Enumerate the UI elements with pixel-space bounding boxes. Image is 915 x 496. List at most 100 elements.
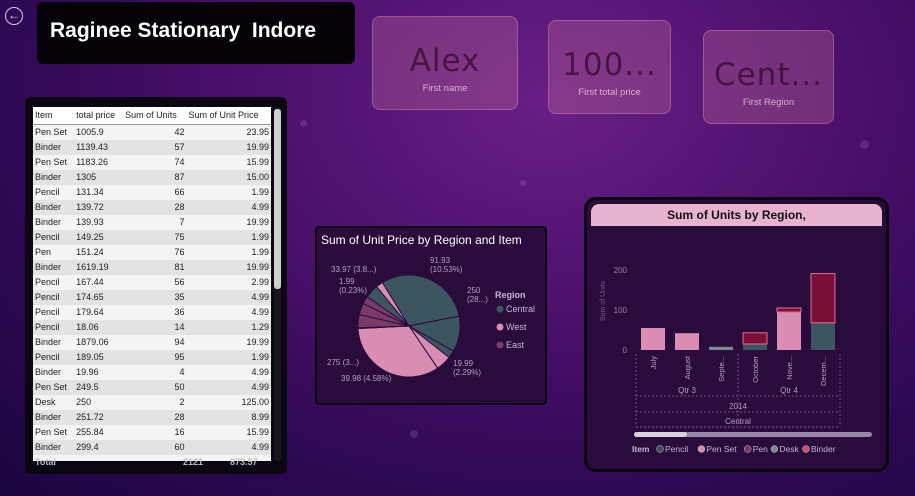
cell-total-price: 1183.26: [76, 156, 108, 167]
table-row[interactable]: Pen 151.24 76 1.99: [33, 245, 271, 260]
cell-total-price: 255.84: [76, 426, 104, 437]
cell-sum-of-unit-price: 23.95: [246, 126, 269, 137]
table-row[interactable]: Binder 139.93 7 19.99: [33, 215, 271, 230]
cell-item: Binder: [35, 336, 62, 347]
column-header-sum-of-unit-price[interactable]: Sum of Unit Price: [186, 107, 271, 125]
data-table-viewport[interactable]: Item total price Sum of Units Sum of Uni…: [33, 107, 271, 461]
cell-item: Pencil: [33, 319, 75, 335]
quarter-label: Qtr 3: [678, 386, 696, 395]
y-tick-label: 100: [614, 306, 628, 315]
table-panel: Item total price Sum of Units Sum of Uni…: [25, 97, 287, 474]
cell-item: Binder: [35, 216, 62, 227]
table-row[interactable]: Pencil 167.44 56 2.99: [33, 275, 271, 290]
cell-sum-of-unit-price: 4.99: [186, 439, 271, 455]
cell-total-price: 1305: [74, 169, 124, 185]
chart-scrollbar-thumb[interactable]: [634, 432, 687, 437]
cell-sum-of-unit-price: 15.99: [246, 156, 269, 167]
table-row[interactable]: Binder 1139.43 57 19.99: [33, 139, 271, 155]
cell-sum-of-units: 57: [123, 139, 187, 155]
cell-sum-of-unit-price: 4.99: [186, 289, 271, 305]
year-label: 2014: [729, 402, 747, 411]
column-header-sum-of-units[interactable]: Sum of Units: [123, 107, 187, 125]
bar-segment: [777, 312, 801, 350]
cell-sum-of-units: 42: [174, 126, 185, 137]
cell-sum-of-units: 28: [123, 409, 187, 425]
bar-legend-label: Desk: [779, 444, 799, 454]
table-row[interactable]: Binder 19.96 4 4.99: [33, 365, 271, 380]
table-row[interactable]: Pencil 174.65 35 4.99: [33, 289, 271, 305]
cell-total-price: 249.5: [74, 379, 124, 395]
card-label: First Region: [742, 97, 795, 108]
cell-item: Binder: [33, 439, 75, 455]
cell-total-price: 189.05: [74, 349, 124, 365]
cell-item: Pen: [35, 246, 52, 257]
cell-sum-of-unit-price: 15.00: [186, 169, 271, 185]
cell-sum-of-units: 14: [123, 319, 187, 335]
first-region-card: Cent... First Region: [703, 30, 834, 124]
cell-item: Binder: [33, 259, 75, 275]
bar-segment: [641, 328, 665, 350]
cell-sum-of-units: 75: [123, 229, 187, 245]
bar-legend-marker: [770, 445, 779, 453]
table-row[interactable]: Binder 1305 87 15.00: [33, 169, 271, 185]
cell-sum-of-unit-price: 1.99: [186, 349, 271, 365]
table-row[interactable]: Pen Set 1005.9 42 23.95: [33, 124, 271, 140]
bar-chart: Sum of Units 0 100 200 July August Septe... Oct…: [600, 266, 872, 454]
cell-item: Pencil: [33, 289, 75, 305]
cell-total-price: 251.72: [74, 409, 124, 425]
table-row[interactable]: Pen Set 255.84 16 15.99: [33, 425, 271, 440]
table-row[interactable]: Binder 1619.19 81 19.99: [33, 259, 271, 275]
bar-legend-title: Item: [632, 444, 650, 454]
table-row[interactable]: Pen Set 249.5 50 4.99: [33, 379, 271, 395]
table-row[interactable]: Desk 250 2 125.00: [33, 395, 271, 410]
pie-data-label: 91.93 (10.53%): [430, 256, 463, 274]
bar-segment: [742, 332, 768, 345]
cell-sum-of-units: 28: [123, 199, 187, 215]
table-row[interactable]: Pencil 179.64 36 4.99: [33, 305, 271, 320]
table-row[interactable]: Binder 139.72 28 4.99: [33, 199, 271, 215]
table-scrollbar-thumb[interactable]: [274, 109, 281, 289]
cell-total-price: 1619.19: [74, 259, 124, 275]
cell-item: Pencil: [33, 349, 75, 365]
table-row[interactable]: Binder 251.72 28 8.99: [33, 409, 271, 425]
total-units: 2121: [183, 457, 204, 467]
cell-total-price: 1005.9: [76, 126, 104, 137]
cell-total-price: 1139.43: [74, 139, 124, 155]
table-row[interactable]: Pencil 131.34 66 1.99: [33, 185, 271, 200]
bar-legend-marker: [743, 445, 752, 453]
cell-sum-of-units: 50: [123, 379, 187, 395]
table-row[interactable]: Pencil 149.25 75 1.99: [33, 229, 271, 245]
cell-sum-of-units: 66: [174, 186, 185, 197]
y-axis-label: Sum of Units: [600, 280, 607, 321]
cell-sum-of-unit-price: 1.99: [251, 246, 269, 257]
cell-sum-of-unit-price: 15.99: [246, 426, 269, 437]
pie-legend-marker: [496, 341, 504, 349]
card-value: 100...: [562, 47, 657, 83]
cell-item: Binder: [35, 366, 62, 377]
column-header-total-price[interactable]: total price: [74, 107, 124, 125]
back-arrow-icon[interactable]: ←: [5, 7, 23, 25]
table-row[interactable]: Pencil 189.05 95 1.99: [33, 349, 271, 365]
cell-sum-of-units: 87: [123, 169, 187, 185]
bar-legend-label: Pencil: [665, 444, 688, 454]
table-row[interactable]: Pen Set 1183.26 74 15.99: [33, 155, 271, 170]
cell-item: Pen Set: [35, 156, 68, 167]
cell-sum-of-units: 35: [123, 289, 187, 305]
x-tick-label: July: [649, 356, 658, 370]
pie-data-label: 39.98 (4.58%): [341, 374, 392, 383]
cell-sum-of-units: 60: [123, 439, 187, 455]
pie-legend-label: East: [506, 340, 525, 350]
cell-sum-of-units: 16: [174, 426, 185, 437]
cell-item: Pen Set: [35, 126, 68, 137]
cell-total-price: 179.64: [76, 306, 104, 317]
table-row[interactable]: Binder 1879.06 94 19.99: [33, 335, 271, 350]
column-header-item[interactable]: Item: [33, 107, 75, 125]
card-label: First total price: [578, 87, 641, 98]
table-row[interactable]: Binder 299.4 60 4.99: [33, 439, 271, 455]
card-value: Cent...: [713, 57, 824, 93]
cell-sum-of-units: 4: [179, 366, 185, 377]
pie-data-label: 250 (28...): [467, 286, 488, 304]
cell-total-price: 149.25: [74, 229, 124, 245]
bokeh-dot: [300, 120, 307, 127]
table-row[interactable]: Pencil 18.06 14 1.29: [33, 319, 271, 335]
